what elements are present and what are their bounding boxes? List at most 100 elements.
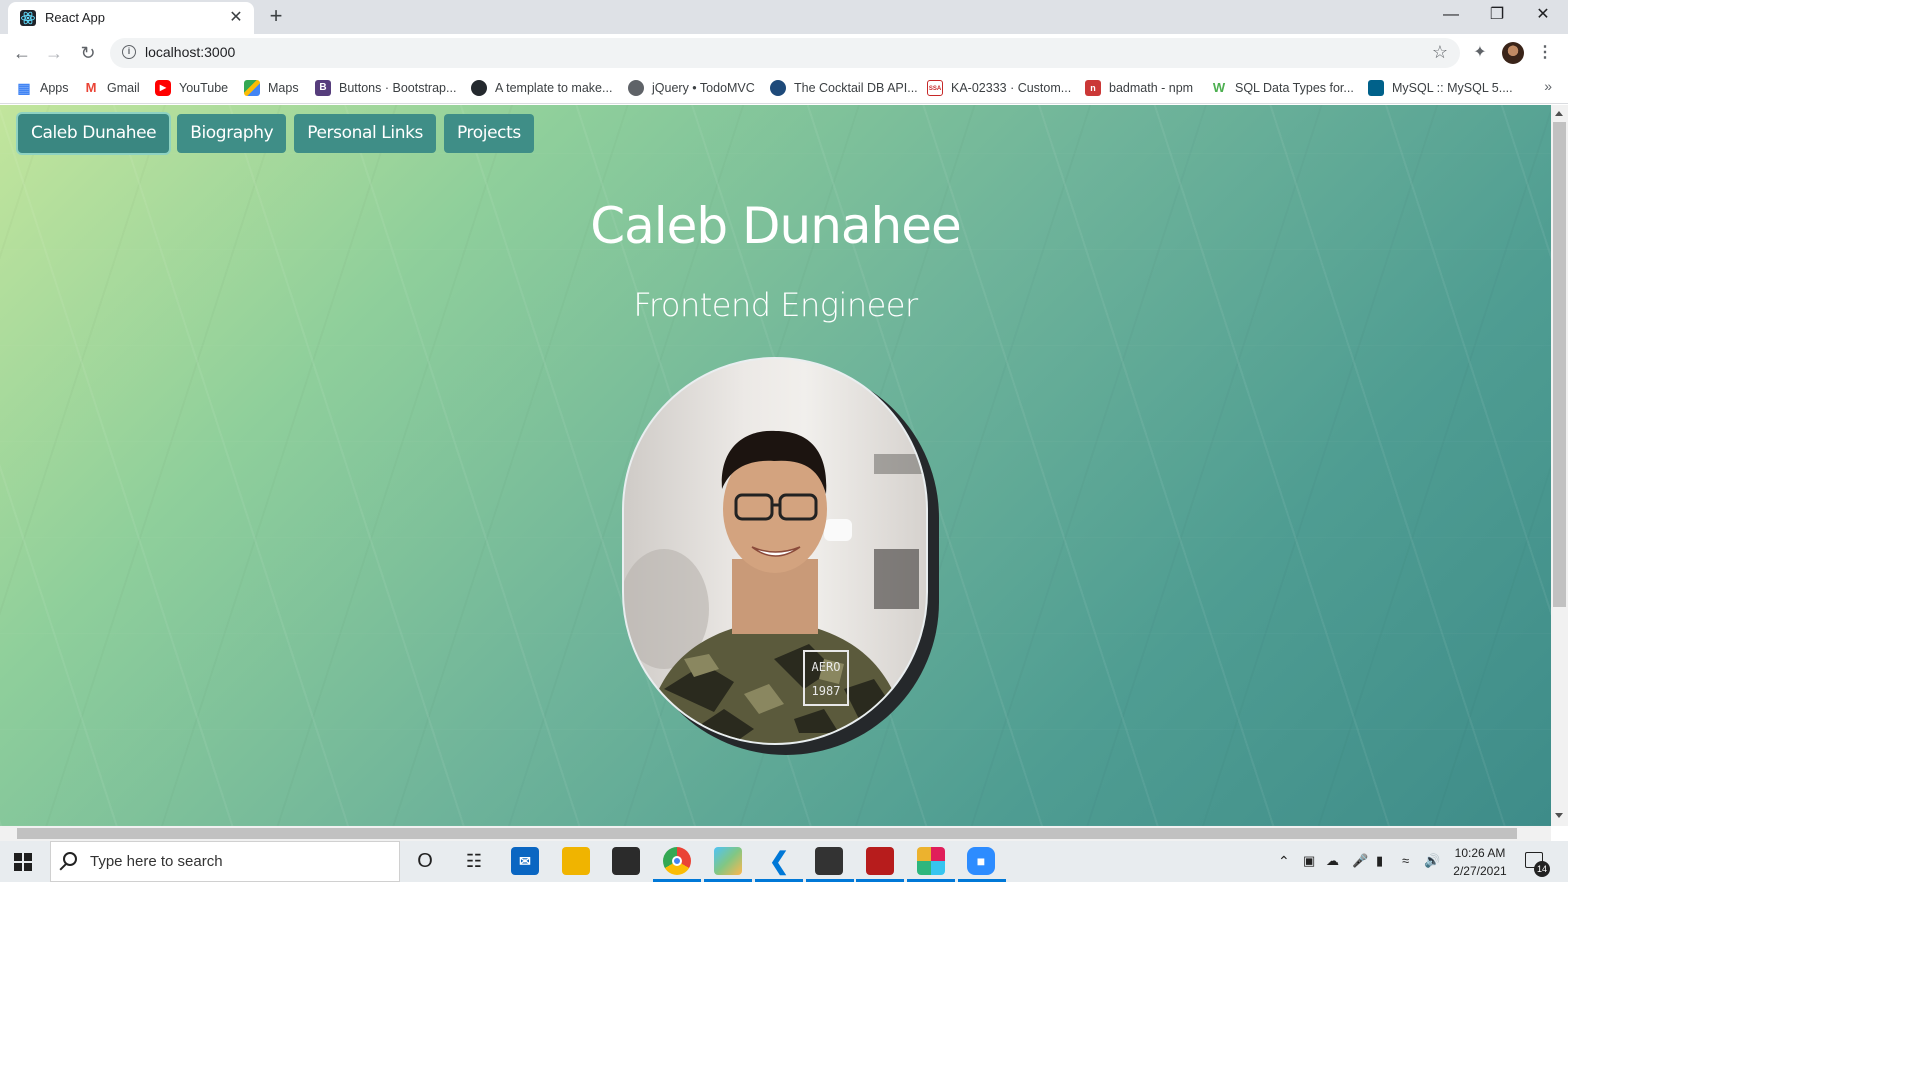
- bookmark-cocktaildb[interactable]: The Cocktail DB API...: [770, 78, 918, 98]
- wifi-icon[interactable]: ≈: [1402, 853, 1409, 868]
- bookmark-ka02333[interactable]: SSA KA-02333 · Custom...: [927, 78, 1071, 98]
- browser-tab[interactable]: React App ✕: [8, 2, 254, 34]
- zoom-icon[interactable]: ■: [967, 847, 995, 875]
- site-nav: Caleb Dunahee Biography Personal Links P…: [18, 114, 534, 153]
- url-text[interactable]: localhost:3000: [145, 44, 235, 60]
- clock-date: 2/27/2021: [1453, 864, 1507, 878]
- meet-now-icon[interactable]: ▣: [1303, 853, 1315, 869]
- bookmark-github-template[interactable]: A template to make...: [471, 78, 612, 98]
- horizontal-scrollbar[interactable]: [0, 826, 1551, 841]
- menu-kebab-icon[interactable]: ⋮: [1534, 42, 1556, 64]
- bookmark-maps[interactable]: Maps: [244, 78, 299, 98]
- profile-photo: AERO 1987: [622, 357, 928, 745]
- bookmark-label: Gmail: [107, 81, 140, 95]
- bookmark-label: Buttons · Bootstrap...: [339, 81, 457, 95]
- bookmark-label: MySQL :: MySQL 5....: [1392, 81, 1513, 95]
- nav-button-projects[interactable]: Projects: [443, 114, 534, 153]
- mysql-icon: [1368, 80, 1384, 96]
- bookmark-label: KA-02333 · Custom...: [951, 81, 1072, 95]
- bookmark-mysql[interactable]: MySQL :: MySQL 5....: [1368, 78, 1513, 98]
- bookmark-youtube[interactable]: ▶ YouTube: [155, 78, 228, 98]
- windows-start-icon[interactable]: [14, 853, 32, 871]
- hero-name: Caleb Dunahee: [590, 197, 962, 255]
- scroll-up-icon[interactable]: [1555, 111, 1563, 116]
- microphone-icon[interactable]: 🎤: [1352, 853, 1368, 869]
- new-tab-icon[interactable]: +: [264, 4, 288, 28]
- volume-icon[interactable]: 🔊: [1424, 853, 1440, 869]
- bookmark-bootstrap[interactable]: B Buttons · Bootstrap...: [315, 78, 456, 98]
- bookmarks-overflow-icon[interactable]: »: [1544, 78, 1552, 94]
- scroll-down-icon[interactable]: [1555, 813, 1563, 818]
- mail-icon[interactable]: ✉: [511, 847, 539, 875]
- cortana-icon[interactable]: O: [411, 847, 439, 875]
- bootstrap-icon: B: [315, 80, 331, 96]
- github-icon: [471, 80, 487, 96]
- nav-button-personal-links[interactable]: Personal Links: [294, 114, 436, 153]
- chrome-active-indicator: [653, 879, 701, 882]
- chrome-icon[interactable]: [663, 847, 691, 875]
- tray-overflow-icon[interactable]: ⌃: [1278, 853, 1290, 870]
- bookmark-apps[interactable]: ▦ Apps: [16, 78, 69, 98]
- store-icon[interactable]: [612, 847, 640, 875]
- shirt-text-line2: 1987: [812, 684, 841, 698]
- app-red-icon[interactable]: [866, 847, 894, 875]
- bookmark-label: jQuery • TodoMVC: [652, 81, 755, 95]
- taskbar-clock[interactable]: 10:26 AM 2/27/2021: [1448, 844, 1512, 880]
- slack-active-indicator: [907, 879, 955, 882]
- w3schools-icon: W: [1212, 80, 1226, 95]
- bookmark-star-icon[interactable]: ☆: [1432, 42, 1448, 63]
- search-icon: [63, 852, 77, 866]
- extensions-icon[interactable]: ✦: [1469, 42, 1491, 64]
- vertical-scroll-thumb[interactable]: [1553, 122, 1566, 607]
- notification-count-badge: 14: [1534, 861, 1550, 877]
- gitkraken-icon[interactable]: [714, 847, 742, 875]
- ssa-icon: SSA: [927, 80, 943, 96]
- bookmark-npm[interactable]: n badmath - npm: [1085, 78, 1193, 98]
- shirt-text-line1: AERO: [812, 660, 841, 674]
- nav-button-biography[interactable]: Biography: [177, 114, 287, 153]
- gitkraken-active-indicator: [704, 879, 752, 882]
- address-bar[interactable]: i localhost:3000 ☆: [110, 38, 1460, 68]
- nav-button-home[interactable]: Caleb Dunahee: [18, 114, 170, 153]
- minimize-icon[interactable]: —: [1428, 0, 1474, 32]
- bookmark-todomvc[interactable]: jQuery • TodoMVC: [628, 78, 755, 98]
- site-info-icon[interactable]: i: [122, 45, 136, 59]
- bookmark-label: Apps: [40, 81, 69, 95]
- bookmarks-bar: ▦ Apps M Gmail ▶ YouTube Maps B Buttons …: [0, 72, 1568, 104]
- bookmark-label: SQL Data Types for...: [1235, 81, 1354, 95]
- slack-icon[interactable]: [917, 847, 945, 875]
- close-window-icon[interactable]: ✕: [1520, 0, 1566, 32]
- mysql-workbench-icon[interactable]: [815, 847, 843, 875]
- bookmark-label: badmath - npm: [1109, 81, 1194, 95]
- cocktail-icon: [770, 80, 786, 96]
- bookmark-sql-types[interactable]: W SQL Data Types for...: [1211, 78, 1354, 98]
- file-explorer-icon[interactable]: [562, 847, 590, 875]
- horizontal-scroll-thumb[interactable]: [17, 828, 1517, 839]
- react-icon: [20, 10, 36, 26]
- gmail-icon: M: [85, 80, 97, 95]
- clock-time: 10:26 AM: [1454, 846, 1506, 860]
- bookmark-label: The Cocktail DB API...: [794, 81, 918, 95]
- vertical-scrollbar[interactable]: [1551, 105, 1568, 826]
- search-placeholder: Type here to search: [90, 853, 223, 870]
- globe-icon: [628, 80, 644, 96]
- bookmark-label: YouTube: [179, 81, 229, 95]
- vscode-active-indicator: [755, 879, 803, 882]
- tab-title: React App: [45, 10, 105, 25]
- onedrive-icon[interactable]: ☁: [1326, 853, 1339, 869]
- profile-avatar[interactable]: [1502, 42, 1524, 64]
- back-icon[interactable]: ←: [10, 41, 34, 65]
- mysql-active-indicator: [806, 879, 854, 882]
- bookmark-gmail[interactable]: M Gmail: [83, 78, 140, 98]
- hero-role: Frontend Engineer: [633, 286, 918, 324]
- reload-icon[interactable]: ↻: [76, 41, 100, 65]
- restore-icon[interactable]: ❐: [1474, 0, 1520, 32]
- npm-icon: n: [1085, 80, 1101, 96]
- close-tab-icon[interactable]: ✕: [226, 8, 246, 28]
- vscode-icon[interactable]: ❮: [765, 847, 793, 875]
- maps-icon: [244, 80, 260, 96]
- taskbar-search-box[interactable]: Type here to search: [50, 841, 400, 882]
- battery-icon[interactable]: ▮: [1376, 853, 1383, 869]
- forward-icon[interactable]: →: [42, 41, 66, 65]
- task-view-icon[interactable]: ☷: [460, 847, 488, 875]
